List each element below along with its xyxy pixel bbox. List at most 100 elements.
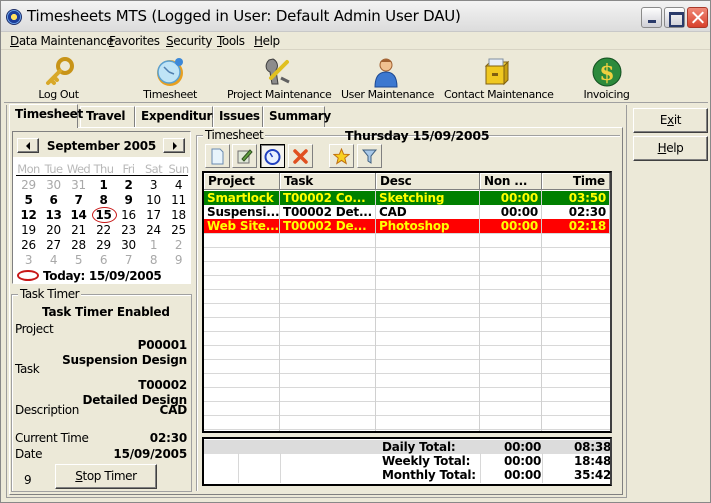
exit-button[interactable]: Exit: [633, 108, 708, 133]
menu-tools[interactable]: Tools: [217, 34, 245, 48]
table-row[interactable]: Web Site... T00002 De... Photoshop 00:00 02:…: [204, 219, 610, 233]
column-header-project[interactable]: Project: [204, 173, 280, 190]
delete-x-icon: [293, 149, 308, 164]
totals-non: 00:00: [504, 454, 542, 468]
tab-timesheet[interactable]: Timesheet: [9, 104, 83, 128]
calendar-day[interactable]: 4: [166, 178, 191, 193]
calendar-day[interactable]: 12: [16, 208, 41, 223]
calendar-day[interactable]: 28: [66, 238, 91, 253]
calendar-day[interactable]: 25: [166, 223, 191, 238]
calendar-day[interactable]: 4: [41, 253, 66, 268]
calendar-day[interactable]: 2: [116, 178, 141, 193]
task-timer-group: Task Timer Task Timer Enabled Project P0…: [11, 287, 192, 492]
logout-button[interactable]: Log Out: [31, 53, 86, 103]
contact-maintenance-button[interactable]: Contact Maintenance: [444, 53, 554, 103]
calendar-day[interactable]: 16: [116, 208, 141, 223]
calendar-day[interactable]: 7: [66, 193, 91, 208]
calendar-day[interactable]: 23: [116, 223, 141, 238]
calendar-day[interactable]: 29: [16, 178, 41, 193]
calendar-day[interactable]: 8: [91, 193, 116, 208]
invoicing-button[interactable]: $ Invoicing: [579, 53, 634, 103]
menu-data-maintenance[interactable]: Data Maintenance: [10, 34, 114, 48]
column-header-time[interactable]: Time: [542, 173, 610, 190]
next-month-button[interactable]: [163, 138, 185, 153]
calendar-day[interactable]: 13: [41, 208, 66, 223]
close-button[interactable]: [687, 7, 708, 28]
title-bar[interactable]: Timesheets MTS (Logged in User: Default …: [1, 1, 710, 32]
calendar-day[interactable]: 5: [16, 193, 41, 208]
table-row[interactable]: Suspensi... T00002 Det... CAD 00:00 02:30: [204, 205, 610, 219]
calendar-day[interactable]: 1: [91, 178, 116, 193]
favorite-button[interactable]: [329, 144, 354, 168]
calendar-day[interactable]: 22: [91, 223, 116, 238]
new-entry-button[interactable]: [205, 144, 230, 168]
calendar-day[interactable]: 6: [41, 193, 66, 208]
edit-entry-button[interactable]: [232, 144, 257, 168]
timesheet-toolbar-button[interactable]: Timesheet: [140, 53, 200, 103]
calendar-day[interactable]: 17: [141, 208, 166, 223]
calendar-day[interactable]: 18: [166, 208, 191, 223]
minimize-button[interactable]: [641, 7, 662, 28]
cell-desc: CAD: [376, 205, 480, 219]
menu-favorites[interactable]: Favorites: [109, 34, 160, 48]
calendar-day[interactable]: 7: [116, 253, 141, 268]
table-row[interactable]: Smartlock T00002 Co... Sketching 00:00 03:50: [204, 191, 610, 205]
calendar-day[interactable]: 3: [141, 178, 166, 193]
current-time-label: Current Time: [15, 431, 89, 445]
menu-help[interactable]: Help: [254, 34, 280, 48]
grid-row-line: [204, 247, 610, 248]
calendar-day[interactable]: 26: [16, 238, 41, 253]
maximize-button[interactable]: [664, 7, 685, 28]
calendar-day[interactable]: 8: [141, 253, 166, 268]
weekday-label: Mon: [17, 162, 40, 176]
tab-travel[interactable]: Travel: [80, 106, 135, 127]
main-toolbar: Log Out Timesheet Project Maintenance Us…: [4, 51, 708, 103]
cell-project: Smartlock: [204, 191, 280, 205]
project-maintenance-button[interactable]: Project Maintenance: [227, 53, 332, 103]
calendar-day[interactable]: 11: [166, 193, 191, 208]
menu-security[interactable]: Security: [166, 34, 212, 48]
stop-timer-button[interactable]: Stop Timer: [55, 464, 157, 489]
delete-entry-button[interactable]: [288, 144, 313, 168]
grid-row-line: [204, 387, 610, 388]
tab-issues[interactable]: Issues: [213, 106, 263, 127]
project-maintenance-label: Project Maintenance: [227, 88, 332, 101]
calendar-day[interactable]: 3: [16, 253, 41, 268]
calendar-day[interactable]: 30: [116, 238, 141, 253]
calendar-day[interactable]: 19: [16, 223, 41, 238]
totals-label: Daily Total:: [382, 440, 456, 454]
calendar-day[interactable]: 10: [141, 193, 166, 208]
calendar-day[interactable]: 27: [41, 238, 66, 253]
tab-summary[interactable]: Summary: [263, 106, 331, 127]
invoicing-label: Invoicing: [583, 88, 630, 101]
cell-non: 00:00: [480, 191, 542, 205]
calendar-day[interactable]: 2: [166, 238, 191, 253]
calendar-day[interactable]: 21: [66, 223, 91, 238]
filter-button[interactable]: [357, 144, 382, 168]
calendar-day-today[interactable]: 15: [91, 207, 117, 223]
column-header-desc[interactable]: Desc: [376, 173, 480, 190]
calendar-day[interactable]: 30: [41, 178, 66, 193]
calendar-day[interactable]: 1: [141, 238, 166, 253]
calendar-day[interactable]: 9: [116, 193, 141, 208]
app-clock-icon: [6, 9, 22, 25]
user-maintenance-button[interactable]: User Maintenance: [341, 53, 434, 103]
calendar-day[interactable]: 31: [66, 178, 91, 193]
calendar-day[interactable]: 14: [66, 208, 91, 223]
tab-expenditure[interactable]: Expenditure: [135, 106, 220, 127]
calendar-day[interactable]: 29: [91, 238, 116, 253]
calendar-day[interactable]: 20: [41, 223, 66, 238]
timer-button[interactable]: [260, 144, 285, 168]
calendar-day[interactable]: 24: [141, 223, 166, 238]
help-button[interactable]: Help: [633, 136, 708, 161]
calendar-day[interactable]: 9: [166, 253, 191, 268]
totals-time: 08:38: [574, 440, 612, 454]
project-name: Suspension Design: [62, 353, 187, 367]
task-label: Task: [15, 362, 40, 376]
column-header-non-chargeable[interactable]: Non ...: [480, 173, 542, 190]
tools-icon: [265, 58, 290, 85]
calendar-day[interactable]: 5: [66, 253, 91, 268]
calendar-day[interactable]: 6: [91, 253, 116, 268]
filter-icon: [361, 149, 378, 164]
column-header-task[interactable]: Task: [280, 173, 376, 190]
